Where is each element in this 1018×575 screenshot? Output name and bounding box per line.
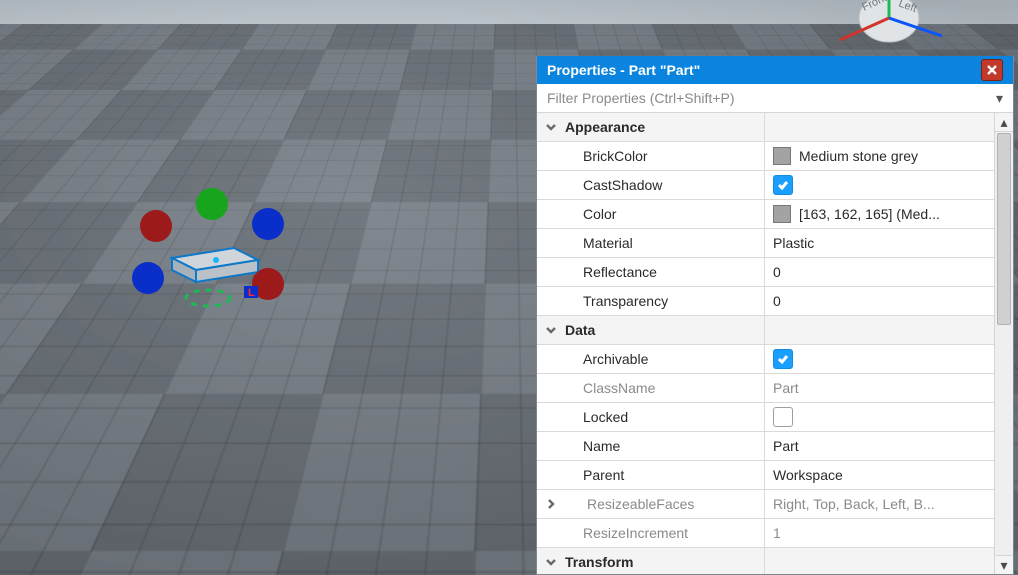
property-resizeincrement: ResizeIncrement 1 xyxy=(537,519,994,548)
section-label: Appearance xyxy=(565,119,645,135)
value: 0 xyxy=(773,264,781,280)
checkbox[interactable] xyxy=(773,407,793,427)
value: 1 xyxy=(773,525,781,541)
properties-body: Appearance BrickColor Medium stone grey … xyxy=(537,113,1013,574)
label: Reflectance xyxy=(583,264,657,280)
label: ClassName xyxy=(583,380,655,396)
property-classname: ClassName Part xyxy=(537,374,994,403)
label: ResizeableFaces xyxy=(587,496,694,512)
section-label: Transform xyxy=(565,554,633,570)
chevron-down-icon[interactable] xyxy=(543,554,559,570)
label: Material xyxy=(583,235,633,251)
scroll-thumb[interactable] xyxy=(997,133,1011,325)
chevron-down-icon[interactable] xyxy=(543,119,559,135)
chevron-down-icon: ▾ xyxy=(996,84,1003,112)
filter-properties-input[interactable]: Filter Properties (Ctrl+Shift+P) ▾ xyxy=(537,84,1013,113)
property-resizeablefaces[interactable]: ResizeableFaces Right, Top, Back, Left, … xyxy=(537,490,994,519)
checkbox[interactable] xyxy=(773,175,793,195)
property-reflectance[interactable]: Reflectance 0 xyxy=(537,258,994,287)
property-parent[interactable]: Parent Workspace xyxy=(537,461,994,490)
chevron-down-icon[interactable] xyxy=(543,322,559,338)
property-castshadow[interactable]: CastShadow xyxy=(537,171,994,200)
label: CastShadow xyxy=(583,177,662,193)
label: ResizeIncrement xyxy=(583,525,688,541)
property-name[interactable]: Name Part xyxy=(537,432,994,461)
value: [163, 162, 165] (Med... xyxy=(799,206,940,222)
svg-text:Left: Left xyxy=(897,0,918,15)
viewport[interactable]: Left Front L Prop xyxy=(0,0,1018,575)
properties-panel: Properties - Part "Part" Filter Properti… xyxy=(536,56,1014,575)
panel-title-bar[interactable]: Properties - Part "Part" xyxy=(537,56,1013,84)
label: Parent xyxy=(583,467,624,483)
properties-rows[interactable]: Appearance BrickColor Medium stone grey … xyxy=(537,113,994,574)
value: Medium stone grey xyxy=(799,148,918,164)
value: Part xyxy=(773,438,799,454)
color-swatch[interactable] xyxy=(773,205,791,223)
scroll-up-button[interactable]: ▴ xyxy=(995,113,1013,132)
property-color[interactable]: Color [163, 162, 165] (Med... xyxy=(537,200,994,229)
section-data[interactable]: Data xyxy=(537,316,994,345)
value: Part xyxy=(773,380,799,396)
value: Plastic xyxy=(773,235,814,251)
section-transform[interactable]: Transform xyxy=(537,548,994,574)
label: Color xyxy=(583,206,616,222)
value: Right, Top, Back, Left, B... xyxy=(773,496,935,512)
checkbox[interactable] xyxy=(773,349,793,369)
property-locked[interactable]: Locked xyxy=(537,403,994,432)
label: Transparency xyxy=(583,293,668,309)
property-archivable[interactable]: Archivable xyxy=(537,345,994,374)
svg-text:Front: Front xyxy=(860,0,888,14)
section-label: Data xyxy=(565,322,595,338)
property-brickcolor[interactable]: BrickColor Medium stone grey xyxy=(537,142,994,171)
panel-title: Properties - Part "Part" xyxy=(547,56,700,84)
scroll-down-button[interactable]: ▾ xyxy=(995,555,1013,574)
close-icon xyxy=(987,65,997,75)
vertical-scrollbar[interactable]: ▴ ▾ xyxy=(994,113,1013,574)
filter-placeholder: Filter Properties (Ctrl+Shift+P) xyxy=(547,84,735,112)
value: 0 xyxy=(773,293,781,309)
property-material[interactable]: Material Plastic xyxy=(537,229,994,258)
label: Archivable xyxy=(583,351,648,367)
color-swatch[interactable] xyxy=(773,147,791,165)
close-button[interactable] xyxy=(981,59,1003,81)
section-appearance[interactable]: Appearance xyxy=(537,113,994,142)
value: Workspace xyxy=(773,467,843,483)
label: Locked xyxy=(583,409,628,425)
label: BrickColor xyxy=(583,148,648,164)
label: Name xyxy=(583,438,620,454)
chevron-right-icon[interactable] xyxy=(543,496,559,512)
property-transparency[interactable]: Transparency 0 xyxy=(537,287,994,316)
